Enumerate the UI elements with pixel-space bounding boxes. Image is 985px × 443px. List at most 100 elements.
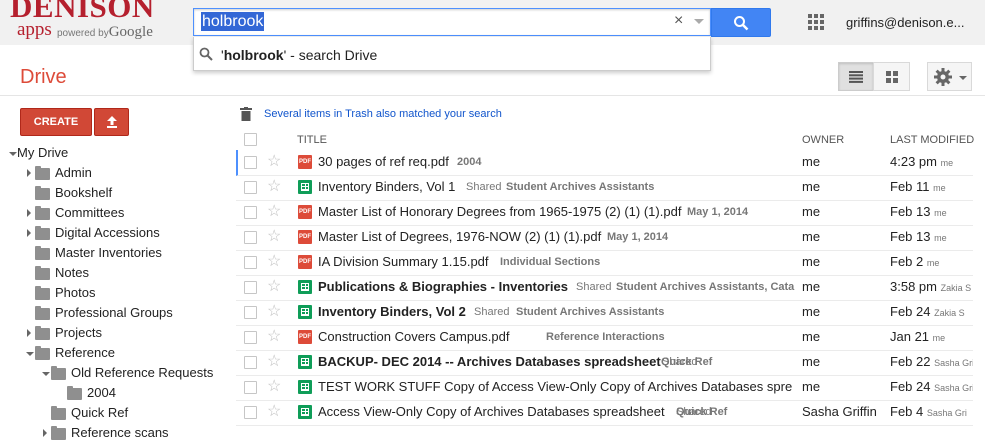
file-name[interactable]: Inventory Binders, Vol 1 [318, 179, 455, 194]
file-name[interactable]: TEST WORK STUFF Copy of Access View-Only… [318, 379, 792, 394]
expand-digital-accessions-icon[interactable] [27, 229, 31, 237]
modified-by: me [934, 233, 947, 243]
search-button[interactable] [711, 8, 771, 37]
file-location[interactable]: Student Archives Assistants, Cata [616, 281, 794, 293]
nav-old-reference-requests[interactable]: Old Reference Requests [71, 363, 213, 383]
nav-quick-ref[interactable]: Quick Ref [71, 403, 128, 423]
account-email[interactable]: griffins@denison.e... [846, 15, 964, 30]
file-location[interactable]: Quick Ref [676, 406, 727, 418]
file-name[interactable]: 30 pages of ref req.pdf [318, 154, 449, 169]
file-name[interactable]: Access View-Only Copy of Archives Databa… [318, 404, 665, 419]
column-last-modified[interactable]: LAST MODIFIED [890, 134, 974, 146]
file-location[interactable]: Student Archives Assistants [506, 181, 654, 193]
suggestion-query: holbrook [223, 47, 284, 63]
nav-digital-accessions[interactable]: Digital Accessions [55, 223, 160, 243]
nav-reference[interactable]: Reference [55, 343, 115, 363]
folder-icon [35, 206, 50, 220]
star-icon[interactable]: ☆ [267, 354, 281, 370]
row-checkbox[interactable] [244, 331, 257, 344]
settings-button[interactable] [927, 62, 972, 91]
search-query-text[interactable]: holbrook [201, 12, 265, 31]
star-icon[interactable]: ☆ [267, 254, 281, 270]
nav-master-inventories[interactable]: Master Inventories [55, 243, 162, 263]
nav-projects[interactable]: Projects [55, 323, 102, 343]
star-icon[interactable]: ☆ [267, 179, 281, 195]
star-icon[interactable]: ☆ [267, 204, 281, 220]
file-name[interactable]: Inventory Binders, Vol 2 [318, 304, 466, 319]
expand-projects-icon[interactable] [27, 329, 31, 337]
row-checkbox[interactable] [244, 256, 257, 269]
file-owner: me [802, 254, 821, 269]
file-last-modified: Feb 4 Sasha Gri [890, 404, 967, 419]
nav-reference-scans[interactable]: Reference scans [71, 423, 169, 443]
file-name[interactable]: Construction Covers Campus.pdf [318, 329, 509, 344]
nav-photos[interactable]: Photos [55, 283, 95, 303]
star-icon[interactable]: ☆ [267, 154, 281, 170]
expand-my-drive-icon[interactable] [9, 152, 17, 156]
modified-by: Sasha Gri [926, 408, 967, 418]
file-location[interactable]: Reference Interactions [546, 331, 665, 343]
upload-button[interactable] [94, 108, 129, 136]
nav-2004[interactable]: 2004 [87, 383, 116, 403]
page-title[interactable]: Drive [20, 66, 67, 89]
shared-label: Shared [466, 181, 502, 193]
select-all-checkbox[interactable] [244, 133, 257, 146]
search-options-chevron-icon[interactable] [694, 19, 704, 24]
file-location[interactable]: May 1, 2014 [607, 231, 668, 243]
expand-committees-icon[interactable] [27, 209, 31, 217]
file-location[interactable]: 2004 [457, 156, 481, 168]
file-name[interactable]: IA Division Summary 1.15.pdf [318, 254, 489, 269]
suggestion-text[interactable]: 'holbrook' - search Drive [221, 47, 377, 63]
nav-committees[interactable]: Committees [55, 203, 124, 223]
column-owner[interactable]: OWNER [802, 134, 844, 146]
grid-view-button[interactable] [873, 62, 910, 91]
row-checkbox[interactable] [244, 356, 257, 369]
file-name[interactable]: Master List of Degrees, 1976-NOW (2) (1)… [318, 229, 601, 244]
star-icon[interactable]: ☆ [267, 404, 281, 420]
row-checkbox[interactable] [244, 381, 257, 394]
expand-admin-icon[interactable] [27, 169, 31, 177]
row-checkbox[interactable] [244, 306, 257, 319]
row-checkbox[interactable] [244, 406, 257, 419]
star-icon[interactable]: ☆ [267, 279, 281, 295]
file-name[interactable]: Master List of Honorary Degrees from 196… [318, 204, 681, 219]
spreadsheet-icon [298, 405, 312, 419]
list-view-button[interactable] [838, 62, 874, 91]
star-icon[interactable]: ☆ [267, 379, 281, 395]
file-location[interactable]: Student Archives Assistants [516, 306, 664, 318]
file-owner: me [802, 354, 821, 369]
nav-professional-groups[interactable]: Professional Groups [55, 303, 173, 323]
modified-date: Feb 11 [890, 179, 930, 194]
star-icon[interactable]: ☆ [267, 329, 281, 345]
expand-old-reference-requests-icon[interactable] [42, 372, 50, 376]
file-location[interactable]: Individual Sections [500, 256, 600, 268]
row-checkbox[interactable] [244, 156, 257, 169]
file-name[interactable]: Publications & Biographies - Inventories [318, 279, 568, 294]
folder-icon [35, 286, 50, 300]
row-checkbox[interactable] [244, 206, 257, 219]
row-checkbox[interactable] [244, 281, 257, 294]
expand-reference-icon[interactable] [26, 352, 34, 356]
nav-my-drive[interactable]: My Drive [17, 143, 68, 163]
modified-by: Sasha Gri [934, 383, 973, 393]
nav-admin[interactable]: Admin [55, 163, 92, 183]
file-name[interactable]: BACKUP- DEC 2014 -- Archives Databases s… [318, 354, 661, 369]
file-location[interactable]: Quick Ref [661, 356, 712, 368]
search-input[interactable] [193, 8, 711, 36]
row-checkbox[interactable] [244, 231, 257, 244]
trash-match-notice[interactable]: Several items in Trash also matched your… [264, 108, 502, 120]
row-checkbox[interactable] [244, 181, 257, 194]
clear-search-icon[interactable]: × [674, 12, 683, 30]
create-button[interactable]: CREATE [20, 108, 92, 136]
modified-date: Feb 22 [890, 354, 931, 369]
apps-grid-icon[interactable] [808, 14, 824, 30]
column-title[interactable]: TITLE [297, 134, 327, 146]
file-location[interactable]: May 1, 2014 [687, 206, 748, 218]
star-icon[interactable]: ☆ [267, 304, 281, 320]
star-icon[interactable]: ☆ [267, 229, 281, 245]
pdf-icon: PDF [298, 230, 312, 244]
expand-reference-scans-icon[interactable] [43, 429, 47, 437]
nav-bookshelf[interactable]: Bookshelf [55, 183, 112, 203]
nav-notes[interactable]: Notes [55, 263, 89, 283]
spreadsheet-icon [298, 380, 312, 394]
